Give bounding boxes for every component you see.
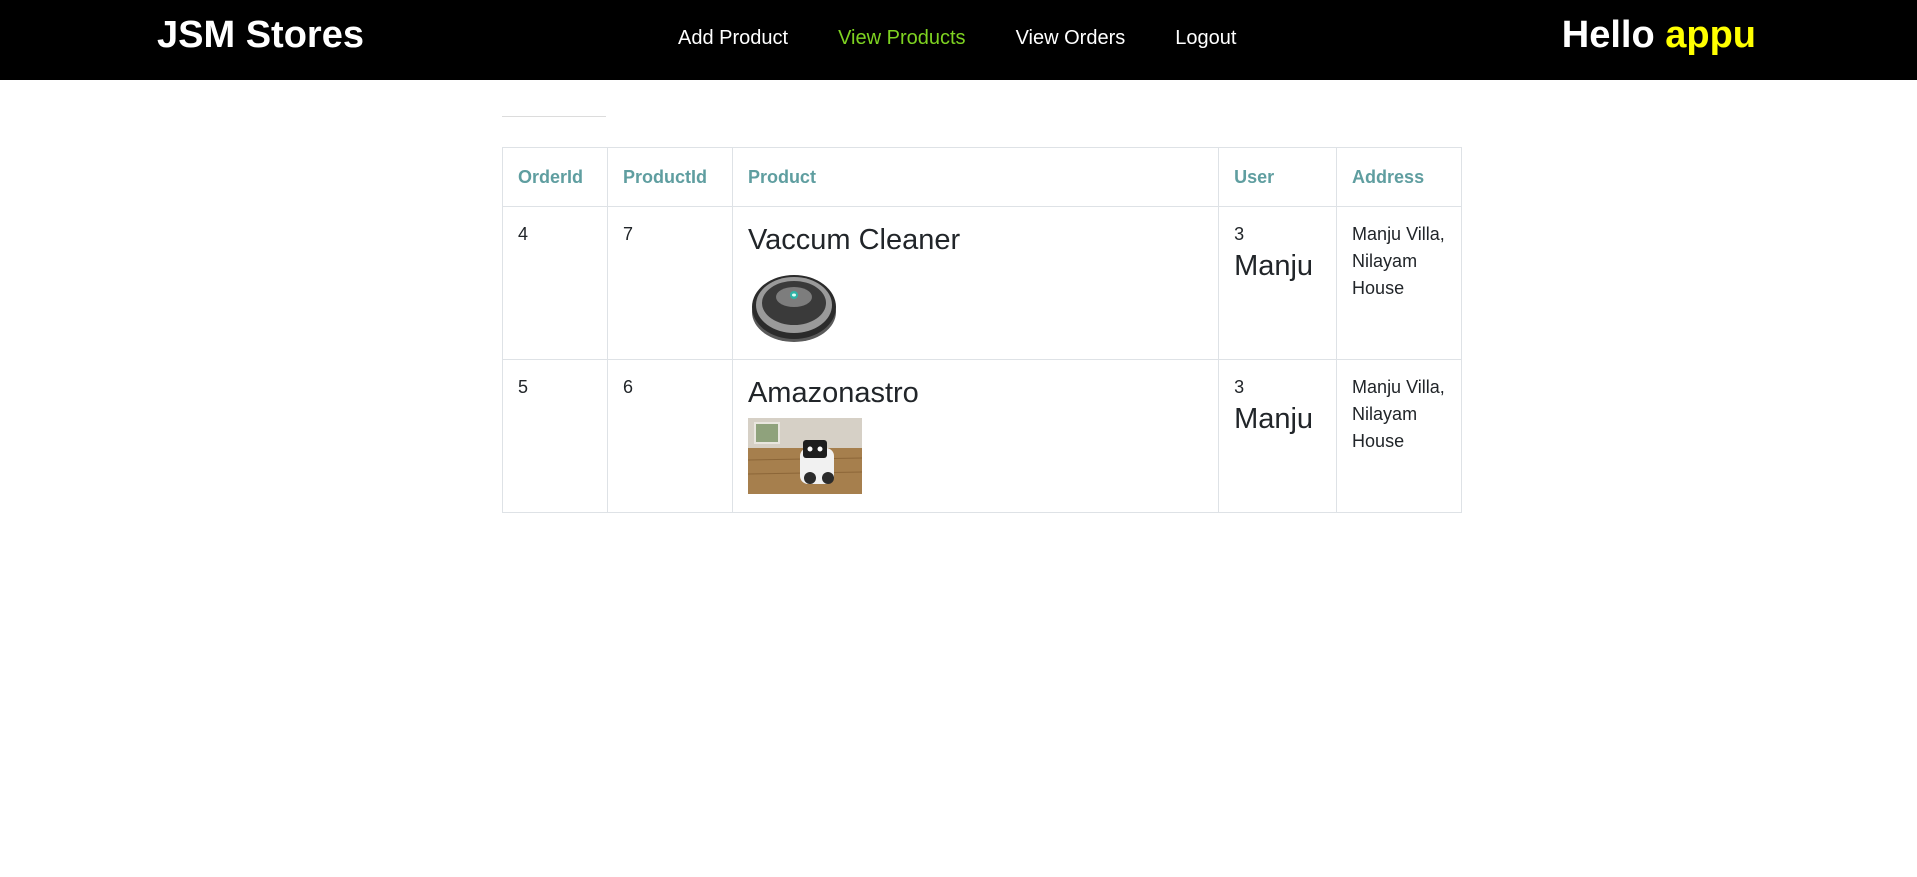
cell-order-id: 5	[502, 359, 608, 513]
amazon-astro-robot-image	[747, 418, 862, 494]
cell-product-id: 7	[606, 206, 733, 360]
cell-user: 3 Manju	[1218, 359, 1338, 513]
user-name: Manju	[1234, 403, 1314, 435]
nav-view-products[interactable]: View Products	[838, 27, 965, 50]
orders-table: OrderId ProductId Product User Address 4…	[502, 147, 1462, 513]
nav-links: Add Product View Products View Orders Lo…	[678, 27, 1236, 50]
brand-title[interactable]: JSM Stores	[157, 14, 364, 57]
navbar: JSM Stores Add Product View Products Vie…	[0, 0, 1917, 80]
user-greeting: Hello appu	[1562, 14, 1756, 57]
cell-order-id: 4	[502, 206, 608, 360]
table-row: 4 7 Vaccum Cleaner 3 Manju Manju Villa, …	[502, 206, 1462, 360]
column-header-address: Address	[1336, 147, 1462, 207]
table-row: 5 6 Amazonastro 3 Manju Manju Villa, Nil…	[502, 359, 1462, 513]
cell-address: Manju Villa, Nilayam House	[1336, 359, 1462, 513]
column-header-user: User	[1218, 147, 1338, 207]
column-header-product: Product	[731, 147, 1220, 207]
cell-product: Vaccum Cleaner	[731, 206, 1220, 360]
robot-vacuum-image	[748, 265, 840, 343]
product-name: Amazonastro	[747, 377, 919, 409]
product-name: Vaccum Cleaner	[747, 224, 961, 256]
cell-product: Amazonastro	[731, 359, 1220, 513]
section-divider	[502, 116, 606, 117]
nav-view-orders[interactable]: View Orders	[1016, 27, 1126, 50]
user-id: 3	[1234, 224, 1245, 244]
greeting-prefix: Hello	[1561, 14, 1655, 56]
nav-add-product[interactable]: Add Product	[678, 27, 788, 50]
cell-address: Manju Villa, Nilayam House	[1336, 206, 1462, 360]
greeting-username: appu	[1665, 14, 1756, 56]
cell-product-id: 6	[606, 359, 733, 513]
table-header-row: OrderId ProductId Product User Address	[502, 147, 1462, 207]
column-header-productid: ProductId	[606, 147, 733, 207]
column-header-orderid: OrderId	[502, 147, 608, 207]
user-name: Manju	[1234, 250, 1314, 282]
cell-user: 3 Manju	[1218, 206, 1338, 360]
user-id: 3	[1234, 377, 1245, 397]
nav-logout[interactable]: Logout	[1175, 27, 1236, 50]
